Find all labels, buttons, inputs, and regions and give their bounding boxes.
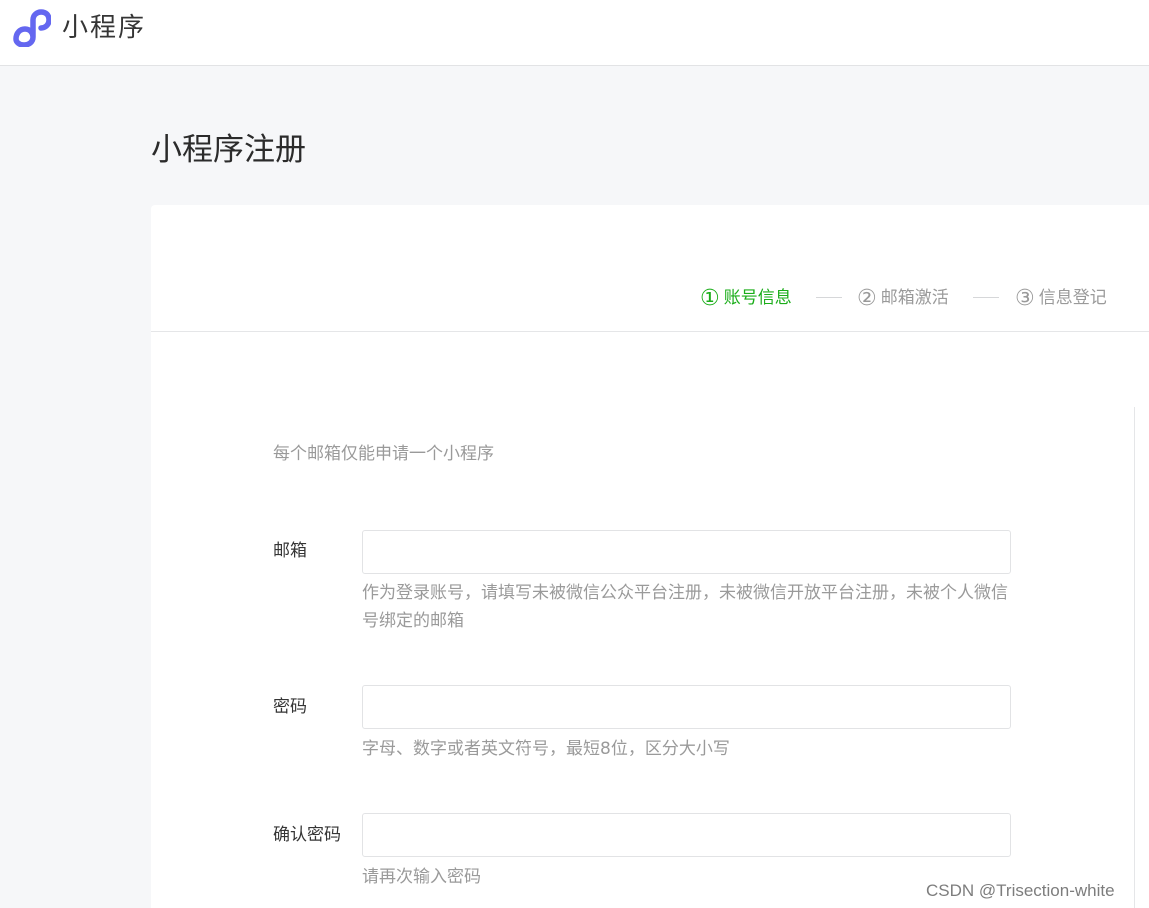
page-title: 小程序注册	[151, 132, 306, 168]
confirm-password-label: 确认密码	[273, 825, 341, 845]
email-label: 邮箱	[273, 541, 307, 561]
password-label: 密码	[273, 697, 307, 717]
step-label: 账号信息	[723, 288, 792, 308]
watermark: CSDN @Trisection-white	[926, 881, 1115, 900]
brand-name[interactable]: 小程序	[62, 9, 146, 47]
step-separator	[816, 297, 842, 298]
step-email-activation: ② 邮箱激活	[857, 285, 949, 311]
step-info-registration: ③ 信息登记	[1015, 285, 1107, 311]
content-divider	[1134, 407, 1135, 908]
step-label: 邮箱激活	[880, 288, 949, 308]
top-bar: 小程序	[0, 0, 1149, 66]
step-indicator: ① 账号信息 ② 邮箱激活 ③ 信息登记	[151, 205, 1149, 332]
confirm-password-input[interactable]	[362, 813, 1011, 857]
step-separator	[973, 297, 999, 298]
step-number: ③	[1015, 286, 1035, 311]
step-number: ②	[857, 286, 877, 311]
registration-card: ① 账号信息 ② 邮箱激活 ③ 信息登记 每个邮箱仅能申请一个小程序 邮箱 作为登录账…	[151, 205, 1149, 908]
password-hint: 字母、数字或者英文符号，最短8位，区分大小写	[362, 739, 730, 759]
password-input[interactable]	[362, 685, 1011, 729]
step-account-info: ① 账号信息	[700, 285, 792, 311]
email-hint: 作为登录账号，请填写未被微信公众平台注册，未被微信开放平台注册，未被个人微信号绑…	[362, 583, 1008, 631]
miniprogram-logo-icon[interactable]	[11, 9, 51, 47]
email-input[interactable]	[362, 530, 1011, 574]
step-number: ①	[700, 286, 720, 311]
form-notice: 每个邮箱仅能申请一个小程序	[273, 444, 494, 464]
confirm-password-hint: 请再次输入密码	[362, 867, 481, 887]
step-label: 信息登记	[1038, 288, 1107, 308]
